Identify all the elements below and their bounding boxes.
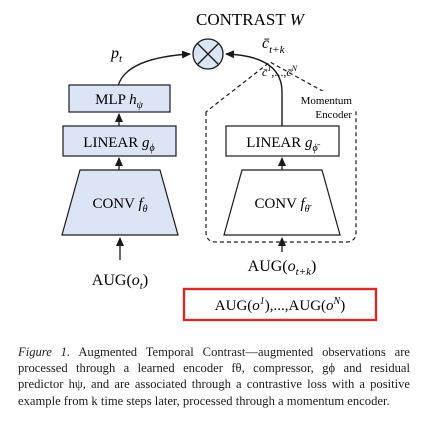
svg-text:Momentum: Momentum [301, 95, 353, 107]
figure-caption: Figure 1. Augmented Temporal Contrast—au… [18, 344, 410, 409]
svg-text:Encoder: Encoder [315, 109, 352, 121]
linear-left-block: LINEAR gϕ [62, 125, 177, 157]
linear-right-block: LINEAR gϕ̄ [225, 125, 340, 157]
contrast-title: CONTRAST W [196, 10, 306, 29]
aug-negatives-box: AUG(o1),...,AUG(oN) [182, 287, 378, 322]
conv-left-block: CONV fθ [61, 169, 179, 236]
aug-otk-label: AUG(ot+k) [248, 258, 317, 278]
caption-text: Augmented Temporal Contrast—augmented ob… [18, 345, 410, 408]
momentum-encoder-label: Momentum Encoder [283, 91, 353, 121]
mlp-block: MLP hψ [68, 84, 171, 113]
caption-label: Figure 1. [18, 345, 71, 359]
pt-arrow [117, 50, 191, 87]
svg-text:AUG(o1),...,AUG(oN): AUG(o1),...,AUG(oN) [215, 296, 345, 314]
atc-diagram: CONTRAST W pt c̄t+k c̄1,...,c̄N MLP hψ L… [61, 10, 378, 322]
negatives-label: c̄1,...,c̄N [262, 64, 298, 79]
aug-ot-label: AUG(ot) [92, 272, 148, 292]
conv-right-block: CONV fθ̄ [223, 169, 341, 236]
p-t-label: pt [110, 45, 123, 65]
c-t-k-label: c̄t+k [262, 35, 286, 56]
contrast-node [192, 38, 224, 70]
